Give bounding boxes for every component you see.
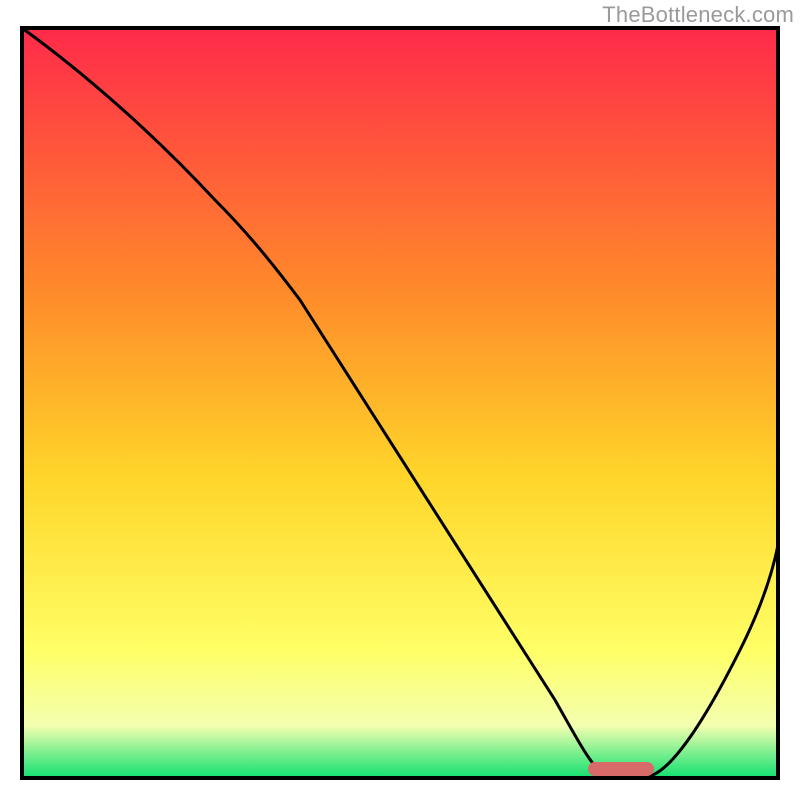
plot-area (22, 28, 778, 778)
watermark-text: TheBottleneck.com (602, 2, 794, 28)
chart-container: { "watermark": "TheBottleneck.com", "col… (0, 0, 800, 800)
chart-svg (0, 0, 800, 800)
gradient-background (22, 28, 778, 778)
optimal-marker (588, 762, 654, 776)
